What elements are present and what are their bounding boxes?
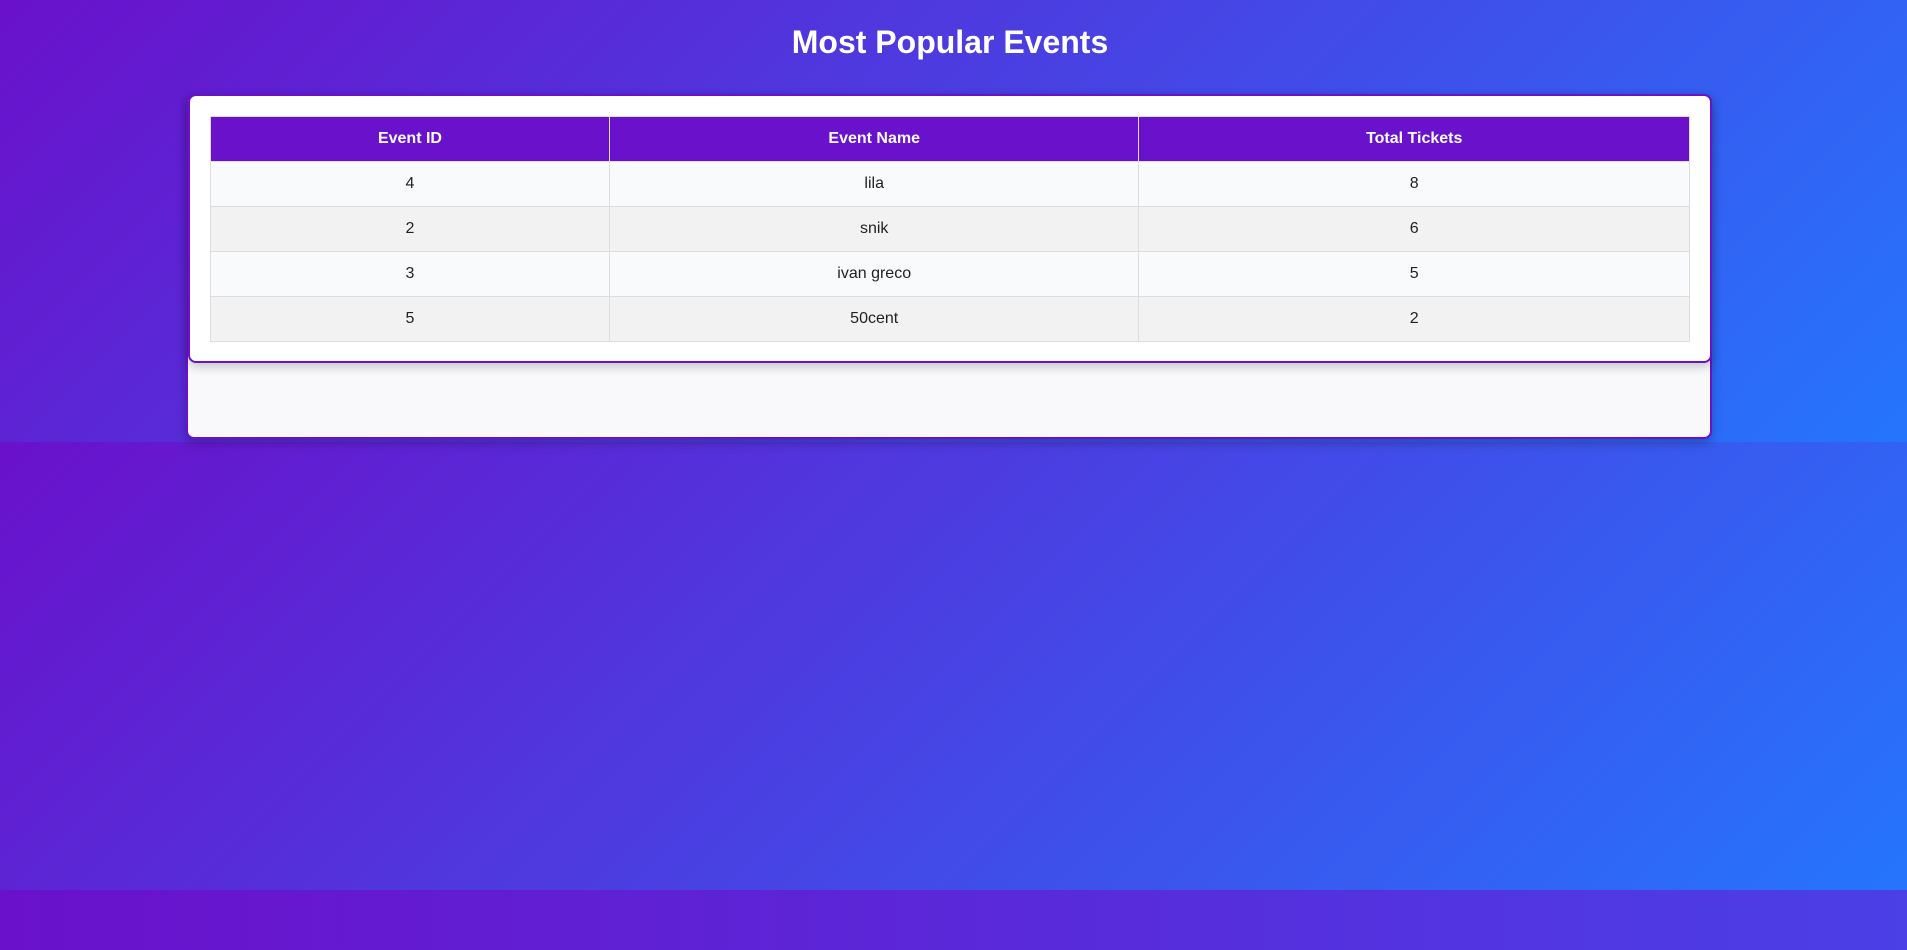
- table-row: 5 50cent 2: [210, 296, 1690, 342]
- total-tickets-cell: 2: [1138, 296, 1690, 342]
- page-background-bottom: [0, 890, 1907, 950]
- events-table: Event ID Event Name Total Tickets 4 lila…: [210, 116, 1690, 342]
- events-card: Event ID Event Name Total Tickets 4 lila…: [188, 94, 1712, 363]
- column-header-total-tickets: Total Tickets: [1138, 116, 1690, 162]
- table-row: 4 lila 8: [210, 161, 1690, 207]
- event-id-cell: 4: [210, 161, 610, 207]
- event-id-cell: 5: [210, 296, 610, 342]
- event-name-cell: ivan greco: [608, 251, 1140, 297]
- page-title: Most Popular Events: [791, 24, 1109, 60]
- event-name-cell: 50cent: [608, 296, 1140, 342]
- total-tickets-cell: 6: [1138, 206, 1690, 252]
- total-tickets-cell: 5: [1138, 251, 1690, 297]
- page-background-middle: [0, 442, 1907, 890]
- column-header-event-id: Event ID: [210, 116, 610, 162]
- table-row: 3 ivan greco 5: [210, 251, 1690, 297]
- event-id-cell: 3: [210, 251, 610, 297]
- total-tickets-cell: 8: [1138, 161, 1690, 207]
- column-header-event-name: Event Name: [608, 116, 1140, 162]
- event-name-cell: lila: [608, 161, 1140, 207]
- event-name-cell: snik: [608, 206, 1140, 252]
- event-id-cell: 2: [210, 206, 610, 252]
- table-row: 2 snik 6: [210, 206, 1690, 252]
- table-header-row: Event ID Event Name Total Tickets: [210, 116, 1690, 162]
